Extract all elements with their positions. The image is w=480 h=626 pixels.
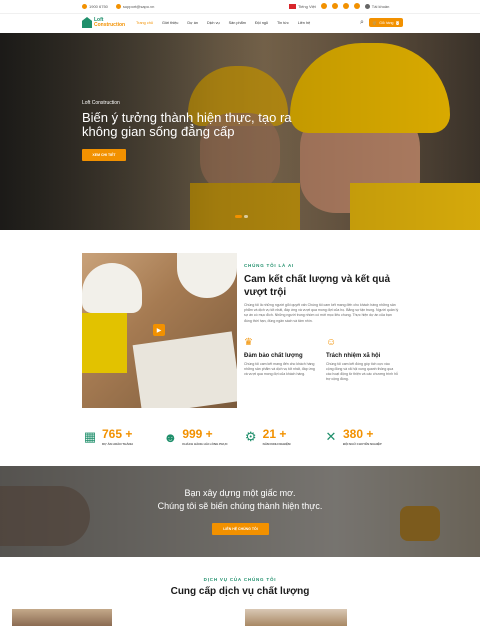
stat-number: 21 +: [262, 427, 287, 441]
cta-line2: Chúng tôi sẽ biến chúng thành hiện thực.: [157, 501, 323, 511]
hero-banner: Loft Construction Biến ý tưởng thành hiệ…: [0, 33, 480, 230]
cta-banner: Bạn xây dựng một giấc mơ. Chúng tôi sẽ b…: [0, 466, 480, 557]
account-link[interactable]: Tài khoản: [364, 3, 390, 9]
service-card-image[interactable]: [12, 609, 112, 626]
about-image-vest: [82, 313, 127, 373]
search-icon[interactable]: ⌕: [360, 19, 364, 27]
stat-label: NĂM KINH NGHIỆM: [262, 442, 291, 446]
main-nav: Trang chủ Giới thiệu Dự án Dịch vụ Sản p…: [136, 21, 310, 25]
logo-mark-icon: [82, 17, 92, 28]
logo[interactable]: Loft Construction: [82, 17, 125, 28]
feature-desc: Chúng tôi cam kết đóng góp tích cực vào …: [326, 362, 398, 381]
cart-button[interactable]: 🛒 Giỏ hàng 0: [368, 18, 404, 27]
feature-desc: Chúng tôi cam kết mang đến cho khách hàn…: [244, 362, 315, 376]
stat-item: ▦ 765 + DỰ ÁN HOÀN THÀNH: [82, 427, 157, 447]
stat-item: ☻ 999 + KHÁCH HÀNG HÀI LÒNG PHỤC: [162, 427, 237, 447]
instagram-icon[interactable]: [342, 3, 349, 9]
slider-dot-active[interactable]: [235, 215, 242, 218]
hero-detail-button[interactable]: XEM CHI TIẾT: [82, 149, 126, 161]
stats-row: ▦ 765 + DỰ ÁN HOÀN THÀNH ☻ 999 + KHÁCH H…: [82, 427, 398, 447]
play-icon[interactable]: ▶: [153, 324, 165, 336]
feature-title: Trách nhiệm xã hội: [326, 353, 381, 359]
cta-line1: Bạn xây dựng một giấc mơ.: [184, 488, 296, 498]
users-icon: ☻: [163, 429, 178, 445]
building-icon: ▦: [83, 429, 97, 444]
about-eyebrow: CHÚNG TÔI LÀ AI: [244, 263, 295, 268]
badge-icon: ♛: [244, 337, 253, 348]
flag-vn-icon: [289, 3, 296, 9]
stat-label: KHÁCH HÀNG HÀI LÒNG PHỤC: [182, 442, 228, 446]
email-contact[interactable]: support@sapo.vn: [115, 4, 155, 9]
nav-news[interactable]: Tin tức: [277, 21, 289, 25]
about-video-thumbnail[interactable]: ▶: [82, 253, 237, 408]
nav-about[interactable]: Giới thiệu: [162, 21, 178, 25]
nav-team[interactable]: Đội ngũ: [255, 21, 268, 25]
phone-contact[interactable]: 1900 6750: [82, 4, 108, 9]
slider-dot[interactable]: [244, 215, 248, 218]
cart-icon: 🛒: [372, 20, 378, 25]
services-eyebrow: DỊCH VỤ CỦA CHÚNG TÔI: [203, 577, 277, 582]
gears-icon: ⚙: [244, 429, 257, 444]
people-icon: ☺: [326, 337, 337, 348]
facebook-icon[interactable]: [320, 3, 327, 9]
phone-icon: [82, 4, 87, 9]
tools-icon: ✕: [325, 429, 337, 444]
messenger-icon[interactable]: [353, 3, 360, 9]
cart-count-badge: 0: [395, 20, 400, 25]
stat-item: ✕ 380 + ĐỘI NGŨ CHUYÊN NGHIỆP: [323, 427, 398, 447]
stat-item: ⚙ 21 + NĂM KINH NGHIỆM: [243, 427, 318, 447]
stat-label: ĐỘI NGŨ CHUYÊN NGHIỆP: [342, 442, 382, 446]
nav-products[interactable]: Sản phẩm: [229, 21, 246, 25]
language-select[interactable]: Tiếng Việt: [289, 3, 316, 9]
cart-label: Giỏ hàng: [379, 20, 394, 25]
stat-number: 380 +: [342, 427, 374, 441]
hero-slider-dots: [235, 215, 248, 218]
about-image-blueprint: [132, 331, 237, 408]
hero-subtitle: Loft Construction: [82, 100, 120, 106]
service-card-image[interactable]: [245, 609, 347, 626]
about-description: Chúng tôi là những người giỏi quyết vấn …: [244, 303, 399, 323]
twitter-icon[interactable]: [331, 3, 338, 9]
stat-number: 765 +: [102, 427, 133, 441]
cta-overlay: [0, 466, 480, 557]
top-bar: 1900 6750 support@sapo.vn Tiếng Việt Tài…: [0, 0, 480, 13]
about-image-helmet-right: [177, 253, 237, 298]
stat-label: DỰ ÁN HOÀN THÀNH: [102, 442, 133, 446]
contact-us-button[interactable]: LIÊN HỆ CHÚNG TÔI: [212, 523, 269, 535]
mail-icon: [115, 4, 121, 9]
feature-title: Đảm bảo chất lượng: [244, 353, 303, 359]
email-address: support@sapo.vn: [122, 4, 155, 9]
hero-title: Biến ý tưởng thành hiện thực, tạo ra khô…: [82, 110, 292, 139]
about-title: Cam kết chất lượng và kết quả vượt trội: [244, 274, 391, 298]
nav-projects[interactable]: Dự án: [187, 21, 198, 25]
site-header: Loft Construction Trang chủ Giới thiệu D…: [0, 13, 480, 33]
services-title: Cung cấp dịch vụ chất lượng: [170, 586, 310, 597]
user-icon: [364, 3, 370, 9]
nav-contact[interactable]: Liên hệ: [298, 21, 310, 25]
nav-home[interactable]: Trang chủ: [136, 21, 153, 25]
phone-number: 1900 6750: [89, 4, 108, 9]
logo-line2: Construction: [94, 21, 126, 28]
account-label: Tài khoản: [371, 3, 390, 9]
feature-quality: ♛ Đảm bảo chất lượng Chúng tôi cam kết m…: [244, 337, 316, 377]
feature-social: ☺ Trách nhiệm xã hội Chúng tôi cam kết đ…: [326, 337, 398, 382]
about-image-helmet-left: [82, 263, 142, 313]
nav-services[interactable]: Dịch vụ: [207, 21, 220, 25]
language-label: Tiếng Việt: [298, 3, 316, 9]
stat-number: 999 +: [182, 427, 213, 441]
